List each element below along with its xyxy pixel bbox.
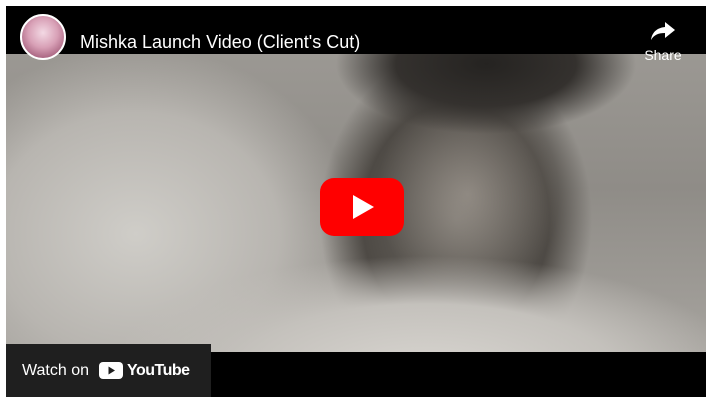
thumbnail-shading <box>336 54 636 144</box>
play-button[interactable] <box>320 178 404 236</box>
video-title[interactable]: Mishka Launch Video (Client's Cut) <box>80 32 360 53</box>
title-bar: Mishka Launch Video (Client's Cut) Share <box>6 6 706 63</box>
youtube-wordmark: YouTube <box>127 361 190 379</box>
share-arrow-icon <box>651 22 675 40</box>
channel-avatar[interactable] <box>20 14 66 60</box>
video-embed-player[interactable]: Mishka Launch Video (Client's Cut) Share… <box>6 6 706 397</box>
share-label: Share <box>644 47 682 63</box>
share-button[interactable]: Share <box>634 20 692 78</box>
watch-on-youtube-button[interactable]: Watch on YouTube <box>6 344 211 397</box>
thumbnail-shading-lower <box>126 256 706 352</box>
watch-on-label: Watch on <box>22 361 89 379</box>
play-button-icon <box>320 178 404 236</box>
youtube-logo-icon <box>99 362 123 379</box>
youtube-logo: YouTube <box>99 362 190 380</box>
